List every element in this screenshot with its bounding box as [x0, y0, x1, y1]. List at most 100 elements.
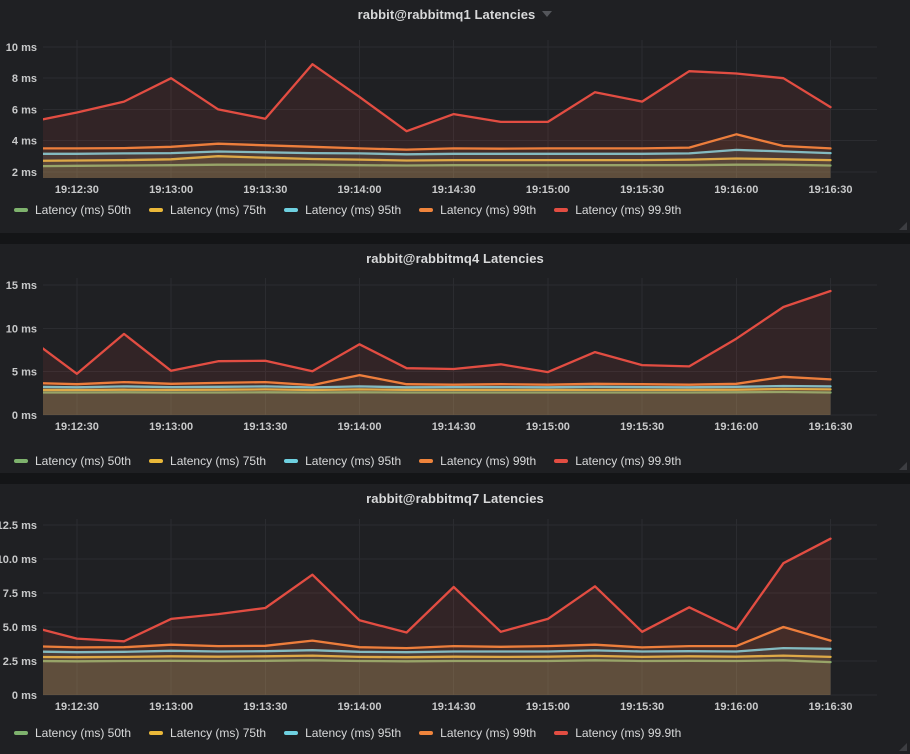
legend-series-marker-icon — [419, 731, 433, 735]
x-axis-tick-label: 19:12:30 — [55, 184, 99, 196]
legend-series-marker-icon — [149, 459, 163, 463]
x-axis-tick-label: 19:15:00 — [526, 701, 570, 713]
panel-resize-handle[interactable] — [899, 222, 907, 230]
y-axis-tick-label: 0 ms — [12, 690, 37, 702]
y-axis-tick-label: 8 ms — [12, 73, 37, 85]
panel-rabbitmq1: rabbit@rabbitmq1 Latencies 19:12:30 19:13… — [0, 0, 910, 233]
legend-series-label: Latency (ms) 75th — [170, 453, 266, 469]
legend-item-99.9th[interactable]: Latency (ms) 99.9th — [554, 202, 681, 218]
legend-series-label: Latency (ms) 50th — [35, 202, 131, 218]
legend-series-label: Latency (ms) 50th — [35, 453, 131, 469]
y-axis-tick-label: 4 ms — [12, 136, 37, 148]
legend-series-marker-icon — [419, 208, 433, 212]
legend-item-50th[interactable]: Latency (ms) 50th — [14, 202, 131, 218]
x-axis-tick-label: 19:14:30 — [432, 184, 476, 196]
legend-item-99.9th[interactable]: Latency (ms) 99.9th — [554, 453, 681, 469]
x-axis-tick-label: 19:16:30 — [809, 701, 853, 713]
x-axis-tick-label: 19:15:30 — [620, 421, 664, 433]
legend-series-label: Latency (ms) 75th — [170, 725, 266, 741]
panel-resize-handle[interactable] — [899, 743, 907, 751]
panel-title[interactable]: rabbit@rabbitmq1 Latencies — [358, 7, 536, 22]
x-axis-tick-label: 19:14:30 — [432, 701, 476, 713]
legend-series-marker-icon — [14, 208, 28, 212]
legend-item-75th[interactable]: Latency (ms) 75th — [149, 453, 266, 469]
legend-series-marker-icon — [284, 208, 298, 212]
x-axis-tick-label: 19:16:00 — [714, 421, 758, 433]
panel-title[interactable]: rabbit@rabbitmq7 Latencies — [366, 491, 544, 506]
legend-series-label: Latency (ms) 75th — [170, 202, 266, 218]
panel-header: rabbit@rabbitmq1 Latencies — [0, 0, 910, 28]
x-axis-tick-label: 19:13:30 — [243, 701, 287, 713]
legend-series-label: Latency (ms) 99.9th — [575, 725, 681, 741]
latency-chart-rabbitmq7[interactable]: 19:12:30 19:13:00 19:13:30 19:14:00 19:14:30… — [0, 512, 910, 717]
y-axis-tick-label: 12.5 ms — [0, 520, 37, 532]
legend-item-95th[interactable]: Latency (ms) 95th — [284, 725, 401, 741]
panel-rabbitmq4: rabbit@rabbitmq4 Latencies 19:12:30 19:13… — [0, 244, 910, 473]
x-axis-tick-label: 19:14:00 — [337, 701, 381, 713]
panel-title[interactable]: rabbit@rabbitmq4 Latencies — [366, 251, 544, 266]
chart-legend: Latency (ms) 50th Latency (ms) 75th Latenc… — [0, 717, 910, 754]
panel-header: rabbit@rabbitmq7 Latencies — [0, 484, 910, 512]
x-axis-tick-label: 19:15:30 — [620, 701, 664, 713]
legend-series-marker-icon — [149, 731, 163, 735]
latency-chart-rabbitmq1[interactable]: 19:12:30 19:13:00 19:13:30 19:14:00 19:14:30… — [0, 28, 910, 198]
y-axis-tick-label: 15 ms — [6, 280, 37, 292]
panel-header: rabbit@rabbitmq4 Latencies — [0, 244, 910, 272]
legend-series-marker-icon — [14, 459, 28, 463]
legend-item-75th[interactable]: Latency (ms) 75th — [149, 202, 266, 218]
legend-series-marker-icon — [554, 459, 568, 463]
legend-item-50th[interactable]: Latency (ms) 50th — [14, 453, 131, 469]
x-axis-tick-label: 19:16:00 — [714, 184, 758, 196]
series-area — [30, 64, 831, 178]
x-axis-tick-label: 19:16:30 — [809, 421, 853, 433]
y-axis-tick-label: 0 ms — [12, 410, 37, 422]
y-axis-tick-label: 10 ms — [6, 42, 37, 54]
x-axis-tick-label: 19:16:30 — [809, 184, 853, 196]
panel-menu-caret-icon[interactable] — [542, 11, 552, 17]
y-axis-tick-label: 10 ms — [6, 323, 37, 335]
legend-series-marker-icon — [14, 731, 28, 735]
x-axis-tick-label: 19:13:30 — [243, 184, 287, 196]
legend-item-99.9th[interactable]: Latency (ms) 99.9th — [554, 725, 681, 741]
legend-series-label: Latency (ms) 95th — [305, 202, 401, 218]
legend-series-label: Latency (ms) 95th — [305, 453, 401, 469]
x-axis-tick-label: 19:14:00 — [337, 184, 381, 196]
legend-series-label: Latency (ms) 95th — [305, 725, 401, 741]
panel-resize-handle[interactable] — [899, 462, 907, 470]
legend-series-marker-icon — [284, 731, 298, 735]
y-axis-tick-label: 2.5 ms — [3, 656, 37, 668]
legend-series-label: Latency (ms) 99th — [440, 725, 536, 741]
x-axis-tick-label: 19:13:30 — [243, 421, 287, 433]
legend-item-99th[interactable]: Latency (ms) 99th — [419, 202, 536, 218]
dashboard: rabbit@rabbitmq1 Latencies 19:12:30 19:13… — [0, 0, 910, 753]
legend-item-95th[interactable]: Latency (ms) 95th — [284, 453, 401, 469]
latency-chart-rabbitmq4[interactable]: 19:12:3019:13:0019:13:3019:14:0019:14:30… — [0, 272, 910, 449]
legend-item-50th[interactable]: Latency (ms) 50th — [14, 725, 131, 741]
x-axis-tick-label: 19:13:00 — [149, 184, 193, 196]
legend-series-label: Latency (ms) 99.9th — [575, 202, 681, 218]
legend-series-label: Latency (ms) 50th — [35, 725, 131, 741]
legend-series-marker-icon — [419, 459, 433, 463]
legend-series-label: Latency (ms) 99th — [440, 202, 536, 218]
legend-series-marker-icon — [284, 459, 298, 463]
legend-item-99th[interactable]: Latency (ms) 99th — [419, 453, 536, 469]
legend-series-label: Latency (ms) 99.9th — [575, 453, 681, 469]
x-axis-tick-label: 19:13:00 — [149, 421, 193, 433]
x-axis-tick-label: 19:15:00 — [526, 184, 570, 196]
panel-rabbitmq7: rabbit@rabbitmq7 Latencies 19:12:30 19:13… — [0, 484, 910, 754]
x-axis-tick-label: 19:13:00 — [149, 701, 193, 713]
legend-series-label: Latency (ms) 99th — [440, 453, 536, 469]
y-axis-tick-label: 10.0 ms — [0, 554, 37, 566]
legend-item-75th[interactable]: Latency (ms) 75th — [149, 725, 266, 741]
legend-item-95th[interactable]: Latency (ms) 95th — [284, 202, 401, 218]
x-axis-tick-label: 19:14:30 — [432, 421, 476, 433]
x-axis-tick-label: 19:15:00 — [526, 421, 570, 433]
legend-series-marker-icon — [554, 731, 568, 735]
y-axis-tick-label: 2 ms — [12, 167, 37, 179]
x-axis-tick-label: 19:12:30 — [55, 701, 99, 713]
y-axis-tick-label: 5.0 ms — [3, 622, 37, 634]
x-axis-tick-label: 19:12:30 — [55, 421, 99, 433]
y-axis-tick-label: 5 ms — [12, 367, 37, 379]
x-axis-tick-label: 19:16:00 — [714, 701, 758, 713]
legend-item-99th[interactable]: Latency (ms) 99th — [419, 725, 536, 741]
